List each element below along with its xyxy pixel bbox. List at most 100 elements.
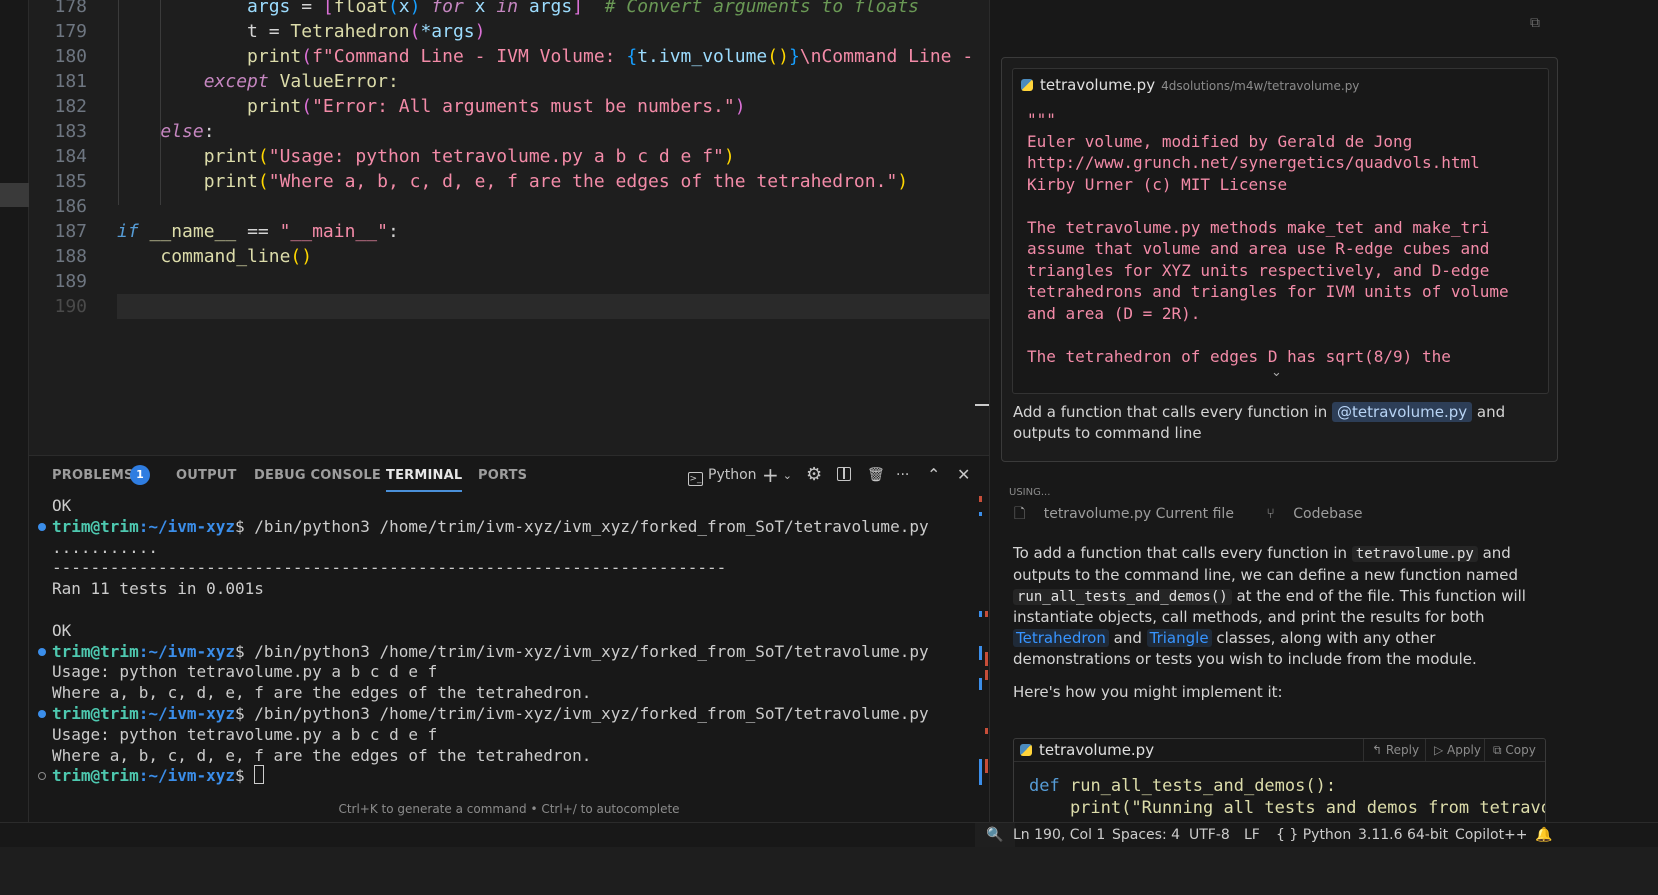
tab-terminal[interactable]: TERMINAL	[386, 468, 463, 492]
more-actions-icon[interactable]: ···	[896, 465, 909, 485]
preview-line: The tetravolume.py methods make_tet and …	[1027, 217, 1490, 237]
line-number: 182	[54, 96, 87, 117]
scrollbar-mark	[985, 652, 988, 666]
scrollbar-mark	[979, 678, 982, 690]
code-line: 186	[29, 194, 989, 219]
answer-text: Here's how you might implement it:	[1013, 683, 1283, 701]
context-item-current-file[interactable]: 🗋 tetravolume.py Current file	[1014, 506, 1248, 522]
code-editor[interactable]: 178 args = [float(x) for x in args] # Co…	[29, 0, 989, 455]
code-line: 183 else:	[29, 119, 989, 144]
code-line: 178 args = [float(x) for x in args] # Co…	[29, 0, 989, 19]
preview-line: assume that volume and area use R-edge c…	[1027, 239, 1490, 258]
code-line: 188 command_line()	[29, 244, 989, 269]
file-preview[interactable]: tetravolume.py 4dsolutions/m4w/tetravolum…	[1012, 68, 1549, 394]
bell-icon[interactable]: 🔔	[1535, 823, 1552, 848]
terminal-line: Usage: python tetravolume.py a b c d e f	[52, 724, 438, 744]
preview-line: """	[1027, 110, 1056, 129]
apply-label: Apply	[1447, 743, 1481, 757]
command-status-dot[interactable]	[38, 522, 46, 531]
code-text: print(f"Command Line - IVM Volume: {t.iv…	[247, 46, 985, 67]
tab-output[interactable]: OUTPUT	[176, 468, 237, 483]
terminal-profile-button[interactable]: >_ Python	[688, 465, 757, 486]
line-ending[interactable]: LF	[1244, 823, 1260, 848]
line-number: 189	[54, 271, 87, 292]
scrollbar-mark	[985, 611, 988, 617]
command-status-dot[interactable]	[38, 772, 46, 781]
split-terminal-icon[interactable]	[837, 465, 851, 485]
python-interpreter[interactable]: 3.11.6 64-bit	[1358, 823, 1448, 848]
user-prompt-card[interactable]: tetravolume.py 4dsolutions/m4w/tetravolum…	[1001, 57, 1558, 462]
file-preview-header: tetravolume.py 4dsolutions/m4w/tetravolum…	[1021, 75, 1359, 95]
symbol-link-tetrahedron[interactable]: Tetrahedron	[1013, 629, 1109, 648]
symbol-link-triangle[interactable]: Triangle	[1146, 629, 1212, 648]
close-panel-icon[interactable]: ✕	[957, 465, 970, 485]
command-status-dot[interactable]	[38, 647, 46, 656]
preview-line: Kirby Urner (c) MIT License	[1027, 174, 1288, 194]
context-list: 🗋 tetravolume.py Current file ⑂ Codebase	[1014, 503, 1390, 527]
inline-code: run_all_tests_and_demos()	[1013, 588, 1232, 605]
user-message: Add a function that calls every function…	[1013, 402, 1553, 444]
code-block-filename: tetravolume.py	[1039, 741, 1155, 759]
braces-icon: { }	[1276, 827, 1303, 843]
current-line-highlight	[117, 294, 989, 319]
context-item-codebase[interactable]: ⑂ Codebase	[1266, 506, 1376, 522]
scrollbar-mark	[979, 759, 982, 785]
line-number: 188	[54, 246, 87, 267]
apply-button[interactable]: ▷ Apply	[1425, 739, 1489, 762]
copy-icon[interactable]: ⧉	[1530, 15, 1544, 31]
reply-label: Reply	[1385, 743, 1420, 757]
shell-label: Python	[708, 467, 757, 483]
code-text: else:	[160, 121, 215, 142]
screen-background	[0, 847, 1658, 895]
add-terminal-button[interactable]: + ⌄	[762, 465, 792, 485]
context-item-label: Codebase	[1293, 506, 1363, 522]
scrollbar-mark	[979, 611, 982, 617]
line-number: 178	[54, 0, 87, 17]
indentation[interactable]: Spaces: 4	[1112, 823, 1180, 848]
preview-line: The tetrahedron of edges D has sqrt(8/9)…	[1027, 346, 1451, 366]
zoom-icon[interactable]: 🔍	[975, 823, 1015, 848]
tab-debug-console[interactable]: DEBUG CONSOLE	[254, 468, 381, 483]
terminal-line: ...........	[52, 537, 158, 557]
gear-icon[interactable]: ⚙	[806, 465, 822, 485]
command-status-dot[interactable]	[38, 710, 46, 718]
terminal-line: ----------------------------------------…	[52, 558, 727, 578]
tab-problems[interactable]: PROBLEMS	[52, 468, 134, 483]
user-message-text: Add a function that calls every function…	[1013, 403, 1333, 421]
file-mention[interactable]: @tetravolume.py	[1332, 402, 1473, 422]
line-number: 180	[54, 46, 87, 67]
code-text: args = [float(x) for x in args] # Conver…	[247, 0, 920, 17]
using-label: USING...	[1009, 487, 1051, 498]
keyword: def	[1029, 776, 1060, 796]
line-number: 181	[54, 71, 87, 92]
tab-ports[interactable]: PORTS	[478, 468, 527, 483]
trash-icon[interactable]: 🗑	[867, 465, 885, 485]
maximize-panel-icon[interactable]: ⌃	[927, 465, 940, 485]
cursor-position[interactable]: Ln 190, Col 1	[1013, 823, 1105, 848]
preview-line: and area (D = 2R).	[1027, 303, 1201, 323]
plus-icon: +	[762, 463, 779, 487]
copy-button[interactable]: ⧉ Copy	[1484, 739, 1544, 762]
terminal-line: Where a, b, c, d, e, f are the edges of …	[52, 683, 592, 703]
copilot-status[interactable]: Copilot++	[1455, 823, 1528, 848]
encoding[interactable]: UTF-8	[1189, 823, 1230, 848]
language-mode[interactable]: { } Python	[1276, 823, 1351, 848]
line-number: 185	[54, 171, 87, 192]
code-line: 190	[29, 294, 989, 319]
code-line: print("Running all tests and demos from …	[1029, 797, 1545, 819]
chevron-down-icon[interactable]: ⌄	[783, 469, 792, 482]
code-text: except ValueError:	[203, 71, 399, 92]
reply-button[interactable]: ↰ Reply	[1363, 739, 1427, 762]
expand-chevron-icon[interactable]: ⌄	[1271, 365, 1282, 380]
terminal-line: trim@trim:~/ivm-xyz$ /bin/python3 /home/…	[52, 516, 929, 536]
code-text: t = Tetrahedron(*args)	[117, 21, 486, 42]
scroll-marker	[975, 404, 989, 406]
terminal-output[interactable]: OK trim@trim:~/ivm-xyz$ /bin/python3 /hom…	[29, 494, 974, 794]
terminal-line: trim@trim:~/ivm-xyz$ /bin/python3 /home/…	[52, 641, 929, 661]
line-number: 187	[54, 221, 87, 242]
preview-line: triangles for XYZ units respectively, an…	[1027, 260, 1490, 280]
code-text: print("Where a, b, c, d, e, f are the ed…	[203, 171, 909, 192]
activity-marker	[0, 183, 29, 207]
line-number: 186	[54, 196, 87, 217]
code-block: tetravolume.py ↰ Reply ▷ Apply ⧉ Copy de…	[1013, 738, 1546, 822]
